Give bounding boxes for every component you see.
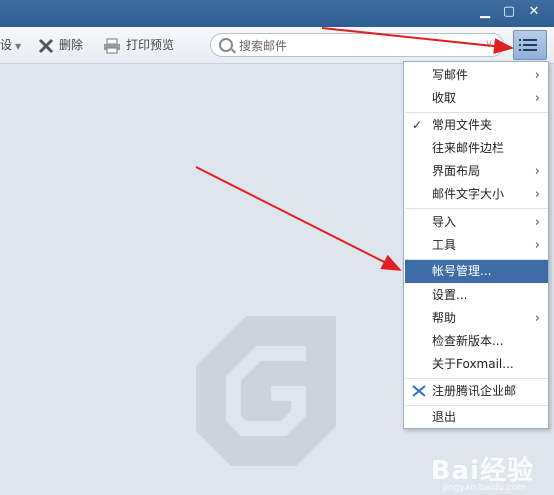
- chevron-right-icon: ›: [534, 91, 540, 106]
- menu-item-exit[interactable]: 退出: [405, 406, 548, 429]
- menu-item-compose[interactable]: 写邮件 ›: [405, 64, 548, 87]
- foxmail-logo-icon: [196, 316, 336, 466]
- menu-item-tools[interactable]: 工具 ›: [405, 234, 548, 257]
- toolbar: 设▼ 删除 打印预览 ∨: [0, 27, 554, 64]
- menu-item-register-exmail[interactable]: 注册腾讯企业邮: [405, 380, 548, 403]
- main-menu-dropdown: 写邮件 › 收取 › ✓ 常用文件夹 往来邮件边栏 界面布局 › 邮件文字大小 › 导入 ›…: [403, 61, 549, 429]
- menu-item-help[interactable]: 帮助 ›: [405, 307, 548, 330]
- chevron-right-icon: ›: [534, 68, 540, 83]
- delete-label: 删除: [59, 38, 84, 52]
- printer-icon: [104, 38, 120, 53]
- menu-item-settings[interactable]: 设置...: [405, 284, 548, 307]
- chevron-down-icon: ▼: [15, 42, 22, 51]
- chevron-right-icon: ›: [534, 215, 540, 230]
- chevron-down-icon[interactable]: ∨: [485, 37, 493, 50]
- menu-separator: [405, 378, 548, 379]
- menu-item-common-folders[interactable]: ✓ 常用文件夹: [405, 114, 548, 137]
- watermark-text: Bai经验: [430, 456, 534, 486]
- menu-separator: [405, 112, 548, 113]
- menu-item-receive[interactable]: 收取 ›: [405, 87, 548, 110]
- close-button[interactable]: ✕: [525, 4, 543, 20]
- print-preview-button[interactable]: 打印预览: [103, 36, 174, 54]
- menu-separator: [405, 208, 548, 209]
- menu-item-layout[interactable]: 界面布局 ›: [405, 160, 548, 183]
- delete-button[interactable]: 删除: [38, 36, 83, 54]
- chevron-right-icon: ›: [534, 238, 540, 253]
- search-box: ∨: [210, 33, 504, 57]
- menu-item-import[interactable]: 导入 ›: [405, 211, 548, 234]
- watermark-subtext: jingyan.baidu.com: [442, 483, 526, 493]
- maximize-button[interactable]: ▢: [500, 4, 518, 20]
- chevron-right-icon: ›: [534, 311, 540, 326]
- delete-icon: [38, 38, 54, 53]
- chevron-right-icon: ›: [534, 164, 540, 179]
- chevron-right-icon: ›: [534, 187, 540, 202]
- toolbar-cut-label: 设: [0, 38, 13, 52]
- menu-item-contact-sidebar[interactable]: 往来邮件边栏: [405, 137, 548, 160]
- search-input[interactable]: [237, 36, 471, 56]
- print-preview-label: 打印预览: [126, 38, 175, 52]
- toolbar-cut-button[interactable]: 设 ▼: [0, 36, 21, 54]
- search-icon: [219, 38, 233, 52]
- menu-item-account-management[interactable]: 帐号管理...: [405, 260, 548, 283]
- menu-item-check-update[interactable]: 检查新版本...: [405, 330, 548, 353]
- title-bar: ▁ ▢ ✕: [0, 0, 554, 27]
- menu-item-about[interactable]: 关于Foxmail...: [405, 353, 548, 376]
- check-icon: ✓: [412, 118, 423, 132]
- tencent-exmail-icon: [412, 385, 426, 397]
- minimize-button[interactable]: ▁: [476, 4, 494, 20]
- main-menu-button[interactable]: [513, 30, 547, 60]
- menu-item-font-size[interactable]: 邮件文字大小 ›: [405, 183, 548, 206]
